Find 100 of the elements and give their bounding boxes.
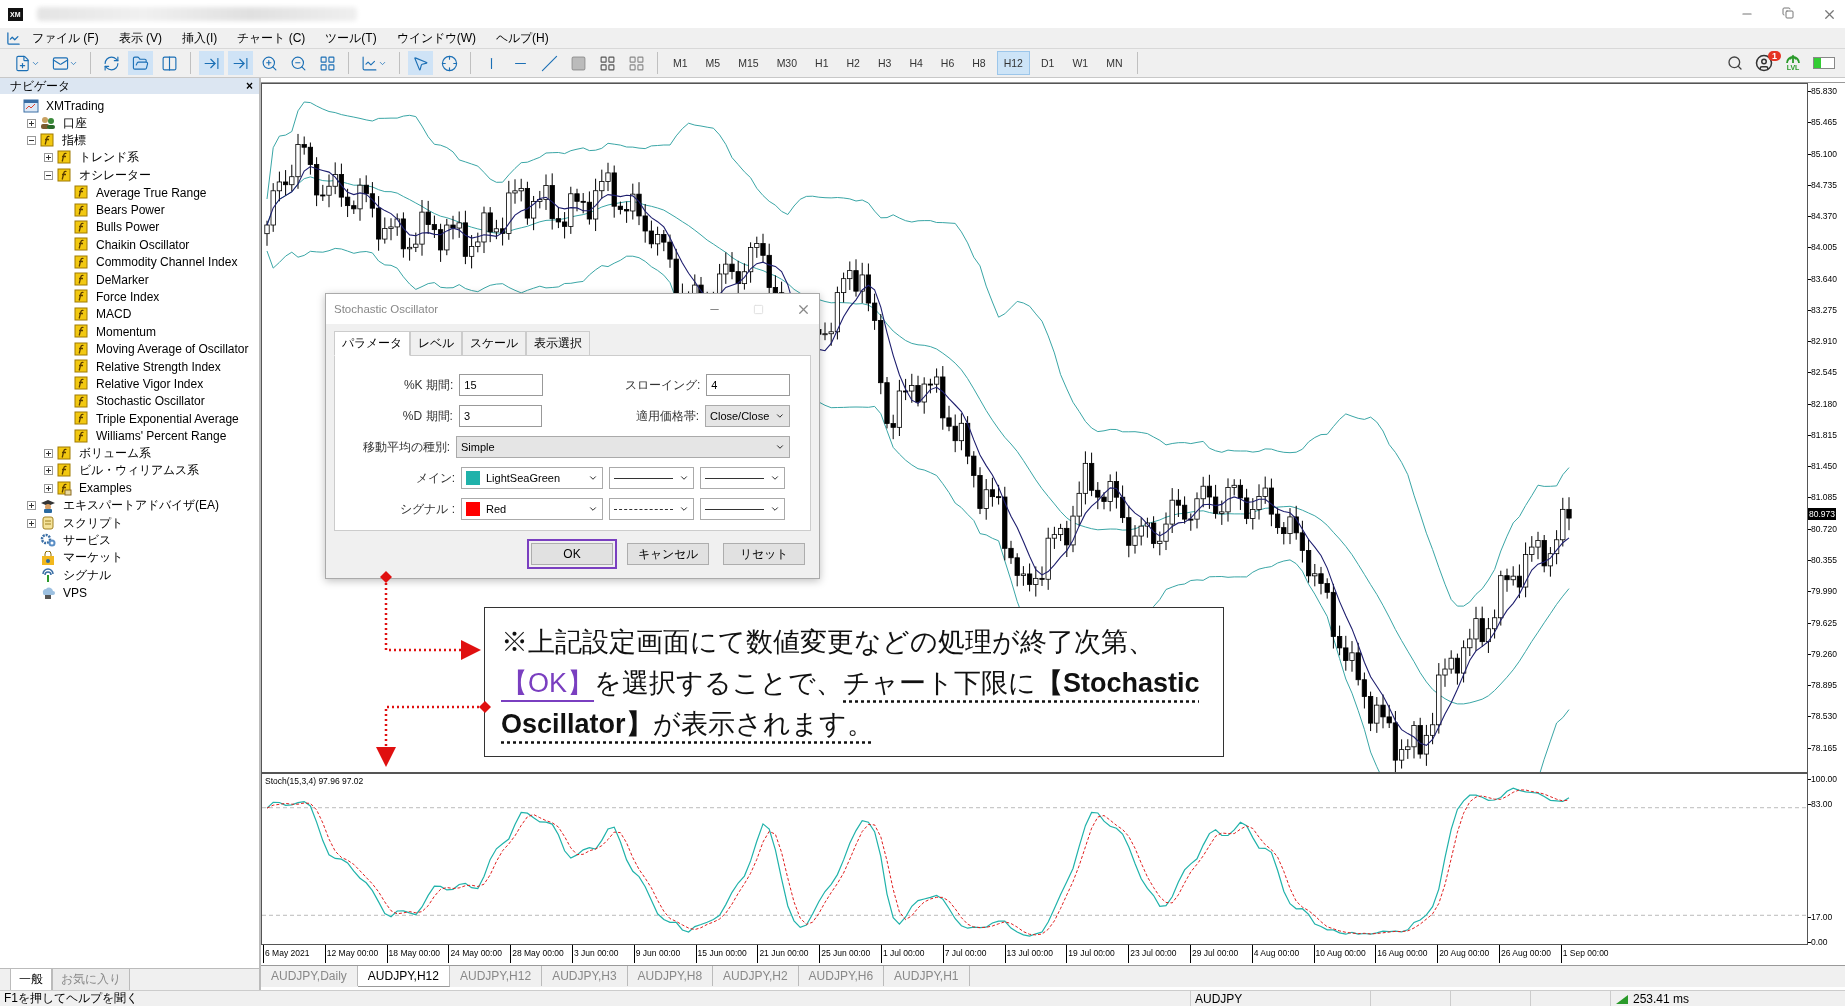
price-label: 84.735 xyxy=(1811,178,1837,191)
tree-item[interactable]: Commodity Channel Index xyxy=(92,255,238,270)
tree-item[interactable]: MACD xyxy=(92,307,132,322)
menu-item[interactable]: ツール(T) xyxy=(316,27,386,49)
timeframe-button[interactable]: H3 xyxy=(870,51,899,75)
tree-item[interactable]: Relative Strength Index xyxy=(92,359,221,374)
symbol-status: AUDJPY xyxy=(1195,991,1243,1006)
menu-item[interactable]: チャート (C) xyxy=(228,27,315,49)
menu-item[interactable]: 挿入(I) xyxy=(173,27,227,49)
restore-icon[interactable] xyxy=(1782,6,1794,19)
timeframe-button[interactable]: D1 xyxy=(1033,51,1062,75)
people-icon xyxy=(40,116,56,131)
tree-item[interactable]: Bulls Power xyxy=(92,220,160,235)
tree-item[interactable]: Examples xyxy=(75,481,132,496)
function-icon xyxy=(74,324,89,340)
collapse-icon[interactable] xyxy=(26,135,36,145)
indicator-scale-label: 0.00 xyxy=(1811,936,1828,948)
expand-icon[interactable] xyxy=(43,483,53,493)
scroll-end-icon[interactable] xyxy=(199,51,224,75)
expand-icon[interactable] xyxy=(43,466,53,476)
tree-item[interactable]: Chaikin Oscillator xyxy=(92,237,190,252)
shift-chart-icon[interactable] xyxy=(228,51,253,75)
timeframe-button[interactable]: M5 xyxy=(698,51,728,75)
expand-icon[interactable] xyxy=(26,118,36,128)
menu-item[interactable]: ウインドウ(W) xyxy=(387,27,485,49)
tree-item[interactable]: Moving Average of Oscillator xyxy=(92,342,249,357)
timeframe-button[interactable]: H6 xyxy=(933,51,962,75)
input-field[interactable]: 4 xyxy=(706,374,790,396)
dialog-button[interactable]: OK xyxy=(531,543,613,565)
dialog-tab[interactable]: スケール xyxy=(462,331,526,356)
timeframe-button[interactable]: H2 xyxy=(839,51,867,75)
dialog-tab[interactable]: 表示選択 xyxy=(526,331,590,356)
chart-tab[interactable]: AUDJPY,H12 xyxy=(357,966,450,987)
tree-item[interactable]: Momentum xyxy=(92,324,157,339)
tree-item[interactable]: マーケット xyxy=(59,549,123,567)
tree-item[interactable]: ビル・ウィリアムス系 xyxy=(75,462,199,480)
timeframe-button[interactable]: H4 xyxy=(902,51,930,75)
input-field[interactable]: 3 xyxy=(458,405,543,427)
price-label: 80.720 xyxy=(1811,522,1837,535)
dialog-button[interactable]: キャンセル xyxy=(627,543,709,565)
timeframe-button[interactable]: M30 xyxy=(769,51,805,75)
price-select[interactable]: Close/Close xyxy=(705,405,790,427)
timeframe-button[interactable]: H12 xyxy=(996,51,1030,75)
chevron-down-icon xyxy=(588,504,598,514)
line-width-select[interactable] xyxy=(700,498,785,520)
tree-item[interactable]: サービス xyxy=(59,531,111,549)
dialog-tab[interactable]: パラメータ xyxy=(334,331,410,356)
tree-item[interactable]: トレンド系 xyxy=(75,149,139,167)
tree-item[interactable]: DeMarker xyxy=(92,272,149,287)
dialog-button[interactable]: リセット xyxy=(723,543,805,565)
timeframe-button[interactable]: W1 xyxy=(1065,51,1096,75)
tree-item[interactable]: Triple Exponential Average xyxy=(92,411,239,426)
dialog-tab[interactable]: レベル xyxy=(410,331,462,356)
tree-item[interactable]: スクリプト xyxy=(59,514,123,532)
price-label: 83.640 xyxy=(1811,272,1837,285)
menu-item[interactable]: 表示 (V) xyxy=(109,27,171,49)
tree-item[interactable]: XMTrading xyxy=(42,98,105,113)
function-icon xyxy=(57,463,72,479)
function-icon xyxy=(57,150,72,166)
color-select[interactable]: Red xyxy=(461,498,603,520)
line-style-select[interactable] xyxy=(609,467,694,489)
tree-item[interactable]: ボリューム系 xyxy=(75,445,151,462)
cursor-icon[interactable] xyxy=(408,51,433,75)
folder-icon[interactable] xyxy=(128,51,153,75)
tree-item[interactable]: エキスパートアドバイザ(EA) xyxy=(59,497,219,515)
user-icon[interactable] xyxy=(1755,54,1773,72)
price-label: 79.260 xyxy=(1811,647,1837,660)
tree-item[interactable]: Relative Vigor Index xyxy=(92,376,204,391)
timeframe-button[interactable]: H1 xyxy=(808,51,836,75)
tree-item[interactable]: Bears Power xyxy=(92,203,165,218)
timeframe-button[interactable]: H8 xyxy=(965,51,993,75)
navigator-tab[interactable]: 一般 xyxy=(10,969,52,991)
timeframe-button[interactable]: M1 xyxy=(666,51,695,75)
tree-item[interactable]: 指標 xyxy=(58,131,86,149)
tree-item[interactable]: Average True Range xyxy=(92,185,207,200)
tree-item[interactable]: Stochastic Oscillator xyxy=(92,394,205,409)
menu-item[interactable]: ヘルプ(H) xyxy=(487,27,558,49)
input-field[interactable]: 15 xyxy=(459,374,543,396)
chart-window-icon[interactable] xyxy=(6,30,21,46)
tree-item[interactable]: VPS xyxy=(59,585,87,600)
tree-item[interactable]: シグナル xyxy=(59,566,111,584)
line-width-select[interactable] xyxy=(700,467,785,489)
tree-item[interactable]: Force Index xyxy=(92,290,160,304)
expand-icon[interactable] xyxy=(43,153,53,163)
close-button[interactable]: × xyxy=(246,79,253,93)
menu-item[interactable]: ファイル (F) xyxy=(23,27,108,49)
expand-icon[interactable] xyxy=(43,449,53,458)
timeframe-button[interactable]: MN xyxy=(1099,51,1130,75)
tree-item[interactable]: 口座 xyxy=(59,114,87,132)
color-select[interactable]: LightSeaGreen xyxy=(461,467,603,489)
expand-icon[interactable] xyxy=(26,501,36,511)
field-label: メイン: xyxy=(414,469,455,487)
tree-item[interactable]: Williams' Percent Range xyxy=(92,429,227,444)
expand-icon[interactable] xyxy=(26,518,36,528)
field-label: 適用価格帯: xyxy=(634,407,699,425)
method-select[interactable]: Simple xyxy=(456,436,790,458)
collapse-icon[interactable] xyxy=(43,170,53,180)
tree-item[interactable]: オシレーター xyxy=(75,166,151,184)
timeframe-button[interactable]: M15 xyxy=(731,51,766,75)
search-icon[interactable] xyxy=(1727,55,1743,71)
